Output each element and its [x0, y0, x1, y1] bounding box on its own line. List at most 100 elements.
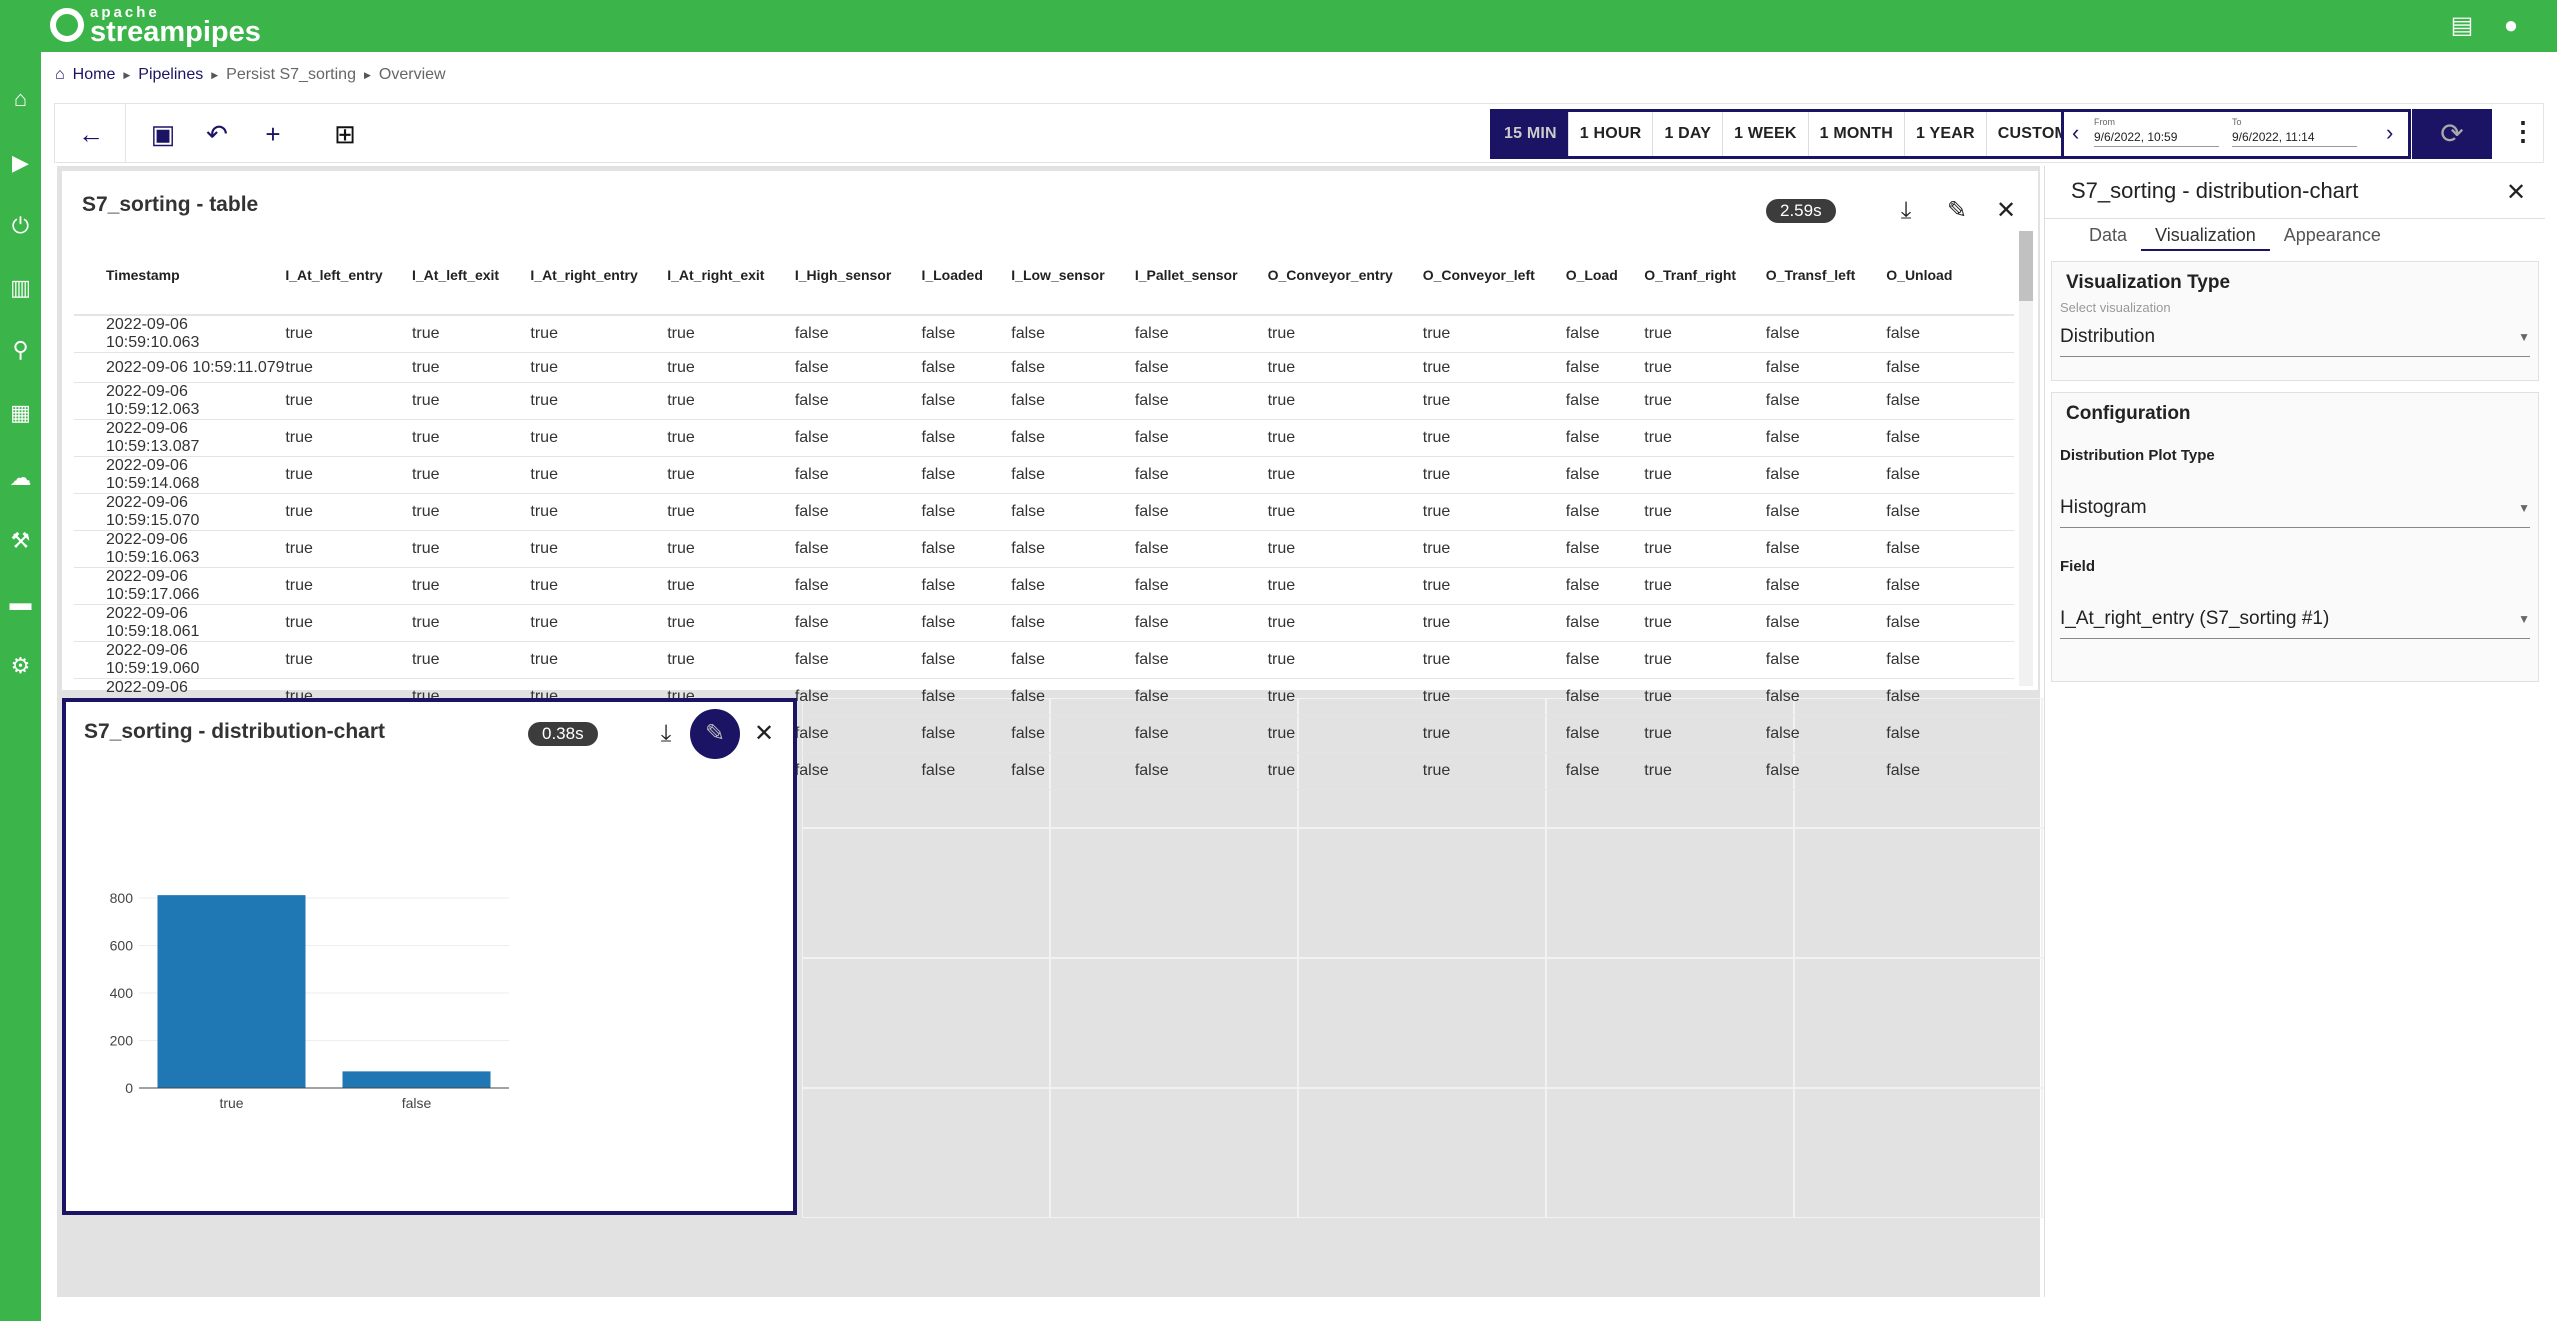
- column-header[interactable]: O_Transf_left: [1765, 241, 1887, 316]
- more-vert-icon[interactable]: ⋮: [2510, 116, 2536, 147]
- time-button-1-year[interactable]: 1 YEAR: [1905, 112, 1987, 156]
- table-row: 2022-09-06 10:59:10.063 true true true true f…: [74, 315, 2014, 353]
- load-timer-badge: 2.59s: [1766, 199, 1836, 223]
- sidebar-connect-icon[interactable]: ⏻: [4, 209, 37, 242]
- field-select[interactable]: I_At_right_entry (S7_sorting #1) ▼: [2060, 603, 2530, 639]
- table-cell: true: [530, 315, 668, 353]
- plot-type-select[interactable]: Histogram ▼: [2060, 492, 2530, 528]
- column-header[interactable]: I_At_right_exit: [667, 241, 795, 316]
- previous-range-icon[interactable]: ‹: [2072, 120, 2079, 146]
- sidebar-apps-icon[interactable]: ▦: [4, 396, 37, 429]
- table-scrollbar[interactable]: [2019, 231, 2033, 686]
- column-header[interactable]: O_Unload: [1886, 241, 2014, 316]
- table-cell: false: [1134, 641, 1268, 679]
- account-icon[interactable]: ●: [2497, 12, 2525, 40]
- chat-icon[interactable]: ▤: [2448, 12, 2476, 40]
- to-date-field[interactable]: To 9/6/2022, 11:14: [2232, 117, 2357, 147]
- sidebar-pipelines-icon[interactable]: ▶: [4, 146, 37, 179]
- table-cell: true: [1267, 352, 1423, 383]
- close-icon[interactable]: ✕: [1991, 196, 2021, 226]
- table-cell: true: [1644, 419, 1766, 457]
- table-cell: true: [285, 530, 412, 568]
- table-cell: false: [1886, 382, 2014, 420]
- table-cell: 2022-09-06 10:59:13.087: [74, 419, 286, 457]
- table-cell: false: [794, 641, 922, 679]
- table-cell: true: [411, 530, 531, 568]
- table-cell: true: [1267, 456, 1423, 494]
- column-header[interactable]: O_Conveyor_left: [1422, 241, 1566, 316]
- column-header[interactable]: I_Loaded: [921, 241, 1012, 316]
- sidebar-home-icon[interactable]: ⌂: [4, 82, 37, 115]
- add-icon[interactable]: +: [257, 118, 289, 150]
- select-value: Distribution: [2060, 326, 2156, 347]
- sidebar-robot-icon[interactable]: ⚒: [4, 524, 37, 557]
- table-cell: false: [1134, 419, 1268, 457]
- column-header[interactable]: O_Conveyor_entry: [1267, 241, 1423, 316]
- save-icon[interactable]: ▣: [147, 118, 179, 150]
- tab-appearance[interactable]: Appearance: [2270, 219, 2395, 251]
- panel-title: S7_sorting - distribution-chart: [2071, 178, 2359, 203]
- refresh-button[interactable]: ⟳: [2412, 109, 2492, 159]
- sidebar-data-explorer-icon[interactable]: ⚲: [4, 333, 37, 366]
- table-cell: false: [1886, 567, 2014, 605]
- column-header[interactable]: O_Tranf_right: [1644, 241, 1766, 316]
- tab-data[interactable]: Data: [2075, 219, 2141, 251]
- breadcrumb-pipelines[interactable]: Pipelines: [138, 66, 203, 84]
- table-cell: false: [1134, 715, 1268, 753]
- grid-layout-icon[interactable]: ⊞: [329, 118, 361, 150]
- breadcrumb-separator: ▶: [123, 69, 131, 80]
- column-header[interactable]: I_At_right_entry: [530, 241, 668, 316]
- back-arrow-icon[interactable]: ←: [75, 118, 107, 150]
- table-cell: true: [667, 352, 795, 383]
- table-cell: false: [1886, 315, 2014, 353]
- empty-grid-cell: [1050, 1088, 1298, 1218]
- table-cell: false: [1886, 678, 2014, 716]
- column-header[interactable]: I_At_left_exit: [411, 241, 531, 316]
- edit-icon[interactable]: ✎: [1942, 196, 1972, 226]
- table-cell: true: [411, 641, 531, 679]
- sidebar-files-icon[interactable]: ▬: [4, 586, 37, 619]
- time-button-1-hour[interactable]: 1 HOUR: [1569, 112, 1654, 156]
- sidebar-settings-icon[interactable]: ⚙: [4, 649, 37, 682]
- sidebar-dashboard-icon[interactable]: ▥: [4, 271, 37, 304]
- column-header[interactable]: I_High_sensor: [794, 241, 922, 316]
- distribution-chart: 0 200 400 600 800 true false: [110, 890, 509, 1111]
- close-panel-icon[interactable]: ✕: [2501, 178, 2531, 208]
- time-button-15-min[interactable]: 15 MIN: [1493, 112, 1569, 156]
- table-cell: true: [1422, 641, 1566, 679]
- table-cell: false: [1134, 456, 1268, 494]
- from-date-field[interactable]: From 9/6/2022, 10:59: [2094, 117, 2219, 147]
- download-icon[interactable]: ⤓: [1891, 196, 1921, 226]
- column-header[interactable]: Timestamp: [74, 241, 286, 316]
- table-cell: true: [1422, 715, 1566, 753]
- table-cell: true: [1267, 715, 1423, 753]
- time-button-1-month[interactable]: 1 MONTH: [1809, 112, 1906, 156]
- table-cell: true: [1267, 493, 1423, 531]
- empty-grid-cell: [1794, 958, 2042, 1088]
- table-cell: false: [1765, 419, 1887, 457]
- table-cell: true: [667, 604, 795, 642]
- column-header[interactable]: O_Load: [1565, 241, 1645, 316]
- breadcrumb-pipeline[interactable]: Persist S7_sorting: [226, 66, 356, 84]
- tab-visualization[interactable]: Visualization: [2141, 219, 2270, 251]
- table-cell: false: [1134, 530, 1268, 568]
- table-cell: false: [1765, 715, 1887, 753]
- next-range-icon[interactable]: ›: [2386, 120, 2393, 146]
- empty-grid-cell: [1546, 958, 1794, 1088]
- column-header[interactable]: I_Low_sensor: [1011, 241, 1135, 316]
- empty-grid-cell: [1546, 828, 1794, 958]
- column-header[interactable]: I_Pallet_sensor: [1134, 241, 1268, 316]
- time-button-1-week[interactable]: 1 WEEK: [1723, 112, 1809, 156]
- table-cell: false: [794, 715, 922, 753]
- visualization-select[interactable]: Distribution ▼: [2060, 321, 2530, 357]
- breadcrumb-home[interactable]: Home: [73, 66, 116, 84]
- scrollbar-thumb[interactable]: [2019, 231, 2033, 301]
- time-button-1-day[interactable]: 1 DAY: [1653, 112, 1724, 156]
- sidebar-cloud-download-icon[interactable]: ☁: [4, 461, 37, 494]
- select-hint: Select visualization: [2060, 300, 2171, 315]
- table-cell: false: [1765, 752, 1887, 790]
- table-cell: true: [1644, 530, 1766, 568]
- table-cell: false: [1011, 352, 1135, 383]
- undo-icon[interactable]: ↶: [201, 118, 233, 150]
- column-header[interactable]: I_At_left_entry: [285, 241, 412, 316]
